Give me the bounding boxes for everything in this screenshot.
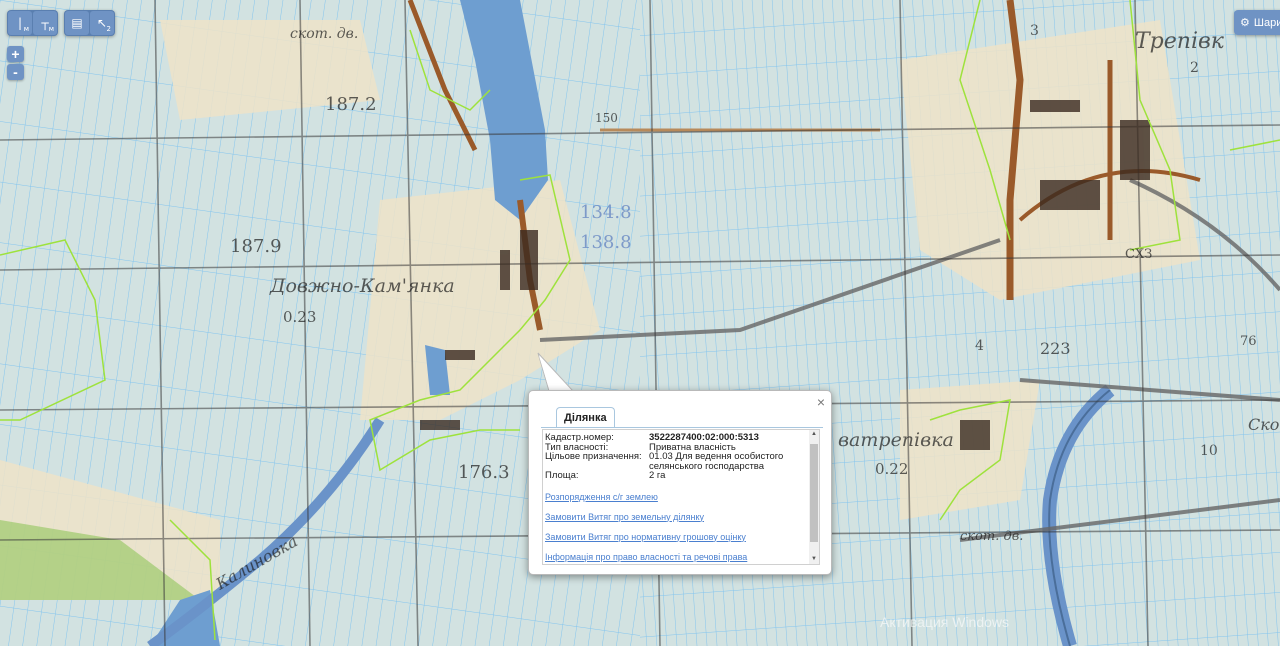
label-10: 10 <box>1200 443 1218 459</box>
zoom-control: + - <box>7 46 24 80</box>
select-info-button[interactable]: ↖ 2 <box>90 11 114 35</box>
label-176-3: 176.3 <box>458 462 510 483</box>
label-223: 223 <box>1040 339 1071 358</box>
purpose-value: 01.03 Для ведення особистого селянського… <box>649 451 784 472</box>
share-button[interactable]: ⚙ Шари <box>1234 10 1280 35</box>
zoom-in-button[interactable]: + <box>7 46 24 62</box>
label-187-2: 187.2 <box>325 94 377 115</box>
printer-icon: ▤ <box>71 16 83 30</box>
measure-tools-group: | м ┬ м <box>7 10 58 36</box>
map-toolbar: | м ┬ м ▤ ↖ 2 <box>7 10 115 36</box>
label-vatrepivka: ватрепівка <box>838 429 954 451</box>
label-4: 4 <box>975 338 984 354</box>
gear-icon: ⚙ <box>1240 17 1250 29</box>
scroll-thumb[interactable] <box>810 444 818 542</box>
label-0-23: 0.23 <box>283 308 316 326</box>
link-order-parcel-extract[interactable]: Замовити Витяг про земельну ділянку <box>545 512 807 522</box>
label-150: 150 <box>595 111 618 125</box>
tab-parcel[interactable]: Ділянка <box>556 407 615 428</box>
ruler-area-icon: ┬ <box>41 16 49 30</box>
measure-area-button[interactable]: ┬ м <box>33 11 57 35</box>
scroll-down-icon[interactable]: ▼ <box>809 555 819 564</box>
windows-activation-watermark: Активация Windows <box>880 614 1010 630</box>
label-187-9: 187.9 <box>230 236 282 257</box>
measure-length-sub: м <box>23 25 29 33</box>
area-value: 2 га <box>649 470 666 481</box>
field-area: Площа: 2 га <box>545 471 807 481</box>
link-order-valuation-extract[interactable]: Замовити Витяг про нормативну грошову оц… <box>545 532 807 542</box>
label-dovzhno-kamianka: Довжно-Кам'янка <box>269 275 455 297</box>
print-tools-group: ▤ ↖ 2 <box>64 10 115 36</box>
label-skot-dv-2: скот. дв. <box>960 529 1023 544</box>
popup-scrollbar[interactable]: ▲ ▼ <box>809 430 819 564</box>
label-trepivka: Трепівк <box>1135 29 1225 54</box>
field-purpose: Цільове призначення: 01.03 Для ведення о… <box>545 452 807 471</box>
popup-pointer <box>537 352 575 392</box>
field-label: Цільове призначення: <box>545 451 642 462</box>
share-button-label: Шари <box>1253 16 1280 29</box>
label-3: 3 <box>1030 23 1039 39</box>
link-land-disposal[interactable]: Розпорядження с/г землею <box>545 492 807 502</box>
label-134-8: 134.8 <box>580 202 632 223</box>
scroll-up-icon[interactable]: ▲ <box>809 430 819 439</box>
label-skor: Скор <box>1248 415 1280 434</box>
print-button[interactable]: ▤ <box>65 11 89 35</box>
link-ownership-info[interactable]: Інформація про право власності та речові… <box>545 552 807 562</box>
label-skot-dv: скот. дв. <box>290 26 358 42</box>
ruler-line-icon: | <box>17 16 23 30</box>
parcel-info-popup: × Ділянка Кадастр.номер: 3522287400:02:0… <box>528 390 832 575</box>
cursor-icon: ↖ <box>96 16 108 30</box>
label-138-8: 138.8 <box>580 232 632 253</box>
label-2: 2 <box>1190 60 1199 76</box>
tab-divider <box>541 427 823 428</box>
parcel-details: Кадастр.номер: 3522287400:02:000:5313 Ти… <box>543 430 807 564</box>
label-0-22: 0.22 <box>875 460 908 478</box>
select-sub: 2 <box>106 25 111 33</box>
label-skhz: СХЗ <box>1125 247 1152 262</box>
close-icon[interactable]: × <box>817 394 825 410</box>
field-label: Площа: <box>545 470 579 481</box>
popup-content: Кадастр.номер: 3522287400:02:000:5313 Ти… <box>542 429 820 565</box>
measure-length-button[interactable]: | м <box>8 11 32 35</box>
zoom-out-button[interactable]: - <box>7 64 24 80</box>
measure-area-sub: м <box>48 25 54 33</box>
label-76: 76 <box>1240 334 1257 349</box>
